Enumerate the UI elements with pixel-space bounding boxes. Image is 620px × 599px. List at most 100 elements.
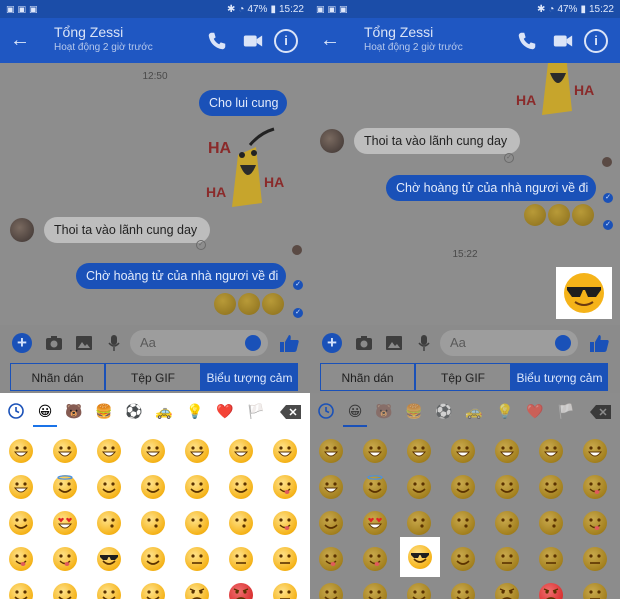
sunglasses-emoji[interactable] <box>572 204 594 226</box>
video-camera-icon[interactable] <box>242 30 264 52</box>
contact-avatar[interactable] <box>320 129 344 153</box>
emoji-toggle-icon[interactable] <box>245 335 261 351</box>
emoji-key[interactable] <box>451 547 475 571</box>
message-bubble-sent[interactable]: Cho lui cung <box>199 90 287 116</box>
emoji-key[interactable] <box>97 511 121 535</box>
emoji-key[interactable] <box>229 439 253 463</box>
ha-ha-sticker[interactable]: HA HA HA <box>510 63 600 123</box>
emoji-key[interactable] <box>407 475 431 499</box>
emoji-key[interactable] <box>273 583 297 599</box>
emoji-key[interactable] <box>9 583 33 599</box>
emoji-key[interactable] <box>407 439 431 463</box>
camera-icon[interactable] <box>44 333 64 353</box>
tab-emoji[interactable]: Biểu tượng cảm ... <box>201 363 298 413</box>
emoji-key[interactable] <box>273 511 297 535</box>
flag-icon[interactable]: 🏳️ <box>557 402 575 420</box>
emoji-key[interactable] <box>583 583 607 599</box>
emoji-key[interactable] <box>363 547 387 571</box>
microphone-icon[interactable] <box>414 333 434 353</box>
burger-icon[interactable]: 🍔 <box>95 402 113 420</box>
plus-icon[interactable]: + <box>322 333 342 353</box>
sunglasses-emoji[interactable] <box>548 204 570 226</box>
emoji-key[interactable] <box>407 511 431 535</box>
heart-icon[interactable]: ❤️ <box>216 402 234 420</box>
emoji-key[interactable] <box>451 583 475 599</box>
emoji-key[interactable] <box>9 547 33 571</box>
contact-avatar[interactable] <box>10 218 34 242</box>
plus-icon[interactable]: + <box>12 333 32 353</box>
bear-icon[interactable]: 🐻 <box>375 402 393 420</box>
recent-icon[interactable] <box>7 402 25 420</box>
sunglasses-emoji[interactable] <box>262 293 284 315</box>
soccer-icon[interactable]: ⚽ <box>125 402 143 420</box>
video-camera-icon[interactable] <box>552 30 574 52</box>
emoji-key[interactable] <box>319 511 343 535</box>
emoji-key[interactable] <box>583 475 607 499</box>
emoji-key[interactable] <box>363 583 387 599</box>
emoji-key[interactable] <box>229 475 253 499</box>
emoji-key[interactable] <box>97 475 121 499</box>
emoji-key[interactable] <box>539 511 563 535</box>
tab-stickers[interactable]: Nhãn dán <box>10 363 105 391</box>
back-arrow-icon[interactable]: ← <box>318 28 342 52</box>
bulb-icon[interactable]: 💡 <box>186 402 204 420</box>
emoji-key[interactable] <box>229 547 253 571</box>
smiley-icon[interactable]: 😀 <box>36 402 54 420</box>
sunglasses-emoji[interactable] <box>524 204 546 226</box>
sunglasses-emoji-large[interactable] <box>562 272 606 314</box>
emoji-key[interactable] <box>185 439 209 463</box>
emoji-key[interactable] <box>319 475 343 499</box>
emoji-key[interactable] <box>185 475 209 499</box>
emoji-key[interactable] <box>229 511 253 535</box>
tab-stickers[interactable]: Nhãn dán <box>320 363 415 391</box>
emoji-key[interactable] <box>53 475 77 499</box>
emoji-key[interactable] <box>495 511 519 535</box>
emoji-key[interactable] <box>141 475 165 499</box>
car-icon[interactable]: 🚕 <box>155 402 173 420</box>
sunglasses-emoji-key[interactable] <box>408 545 432 569</box>
emoji-key[interactable] <box>495 547 519 571</box>
info-icon[interactable]: i <box>584 29 608 53</box>
tab-gif[interactable]: Tệp GIF <box>105 363 201 391</box>
gallery-icon[interactable] <box>384 333 404 353</box>
emoji-key[interactable] <box>9 475 33 499</box>
emoji-key[interactable] <box>141 439 165 463</box>
emoji-key[interactable] <box>407 583 431 599</box>
emoji-key[interactable] <box>53 511 77 535</box>
info-icon[interactable]: i <box>274 29 298 53</box>
emoji-key[interactable] <box>185 547 209 571</box>
phone-icon[interactable] <box>516 30 538 52</box>
emoji-key[interactable] <box>97 439 121 463</box>
emoji-key[interactable] <box>273 439 297 463</box>
thumbs-up-icon[interactable] <box>588 332 610 354</box>
emoji-key[interactable] <box>451 511 475 535</box>
emoji-key[interactable] <box>363 511 387 535</box>
message-bubble-sent[interactable]: Chờ hoàng tử của nhà ngươi về đi <box>386 175 596 201</box>
emoji-key[interactable] <box>141 583 165 599</box>
emoji-key[interactable] <box>451 475 475 499</box>
emoji-key[interactable] <box>495 583 519 599</box>
emoji-key[interactable] <box>97 547 121 571</box>
emoji-key[interactable] <box>451 439 475 463</box>
emoji-key[interactable] <box>539 583 563 599</box>
emoji-key[interactable] <box>141 511 165 535</box>
emoji-key[interactable] <box>363 439 387 463</box>
message-bubble-received[interactable]: Thoi ta vào lãnh cung day <box>44 217 210 243</box>
camera-icon[interactable] <box>354 333 374 353</box>
gallery-icon[interactable] <box>74 333 94 353</box>
flag-icon[interactable]: 🏳️ <box>247 402 265 420</box>
back-arrow-icon[interactable]: ← <box>8 28 32 52</box>
emoji-key[interactable] <box>319 439 343 463</box>
thumbs-up-icon[interactable] <box>278 332 300 354</box>
emoji-key[interactable] <box>583 547 607 571</box>
emoji-key[interactable] <box>495 439 519 463</box>
soccer-icon[interactable]: ⚽ <box>435 402 453 420</box>
emoji-key[interactable] <box>9 439 33 463</box>
emoji-key[interactable] <box>141 547 165 571</box>
emoji-key[interactable] <box>363 475 387 499</box>
backspace-icon[interactable] <box>280 405 302 419</box>
emoji-key[interactable] <box>319 547 343 571</box>
contact-name[interactable]: Tổng Zessi <box>364 24 433 40</box>
emoji-key[interactable] <box>229 583 253 599</box>
emoji-key[interactable] <box>185 511 209 535</box>
